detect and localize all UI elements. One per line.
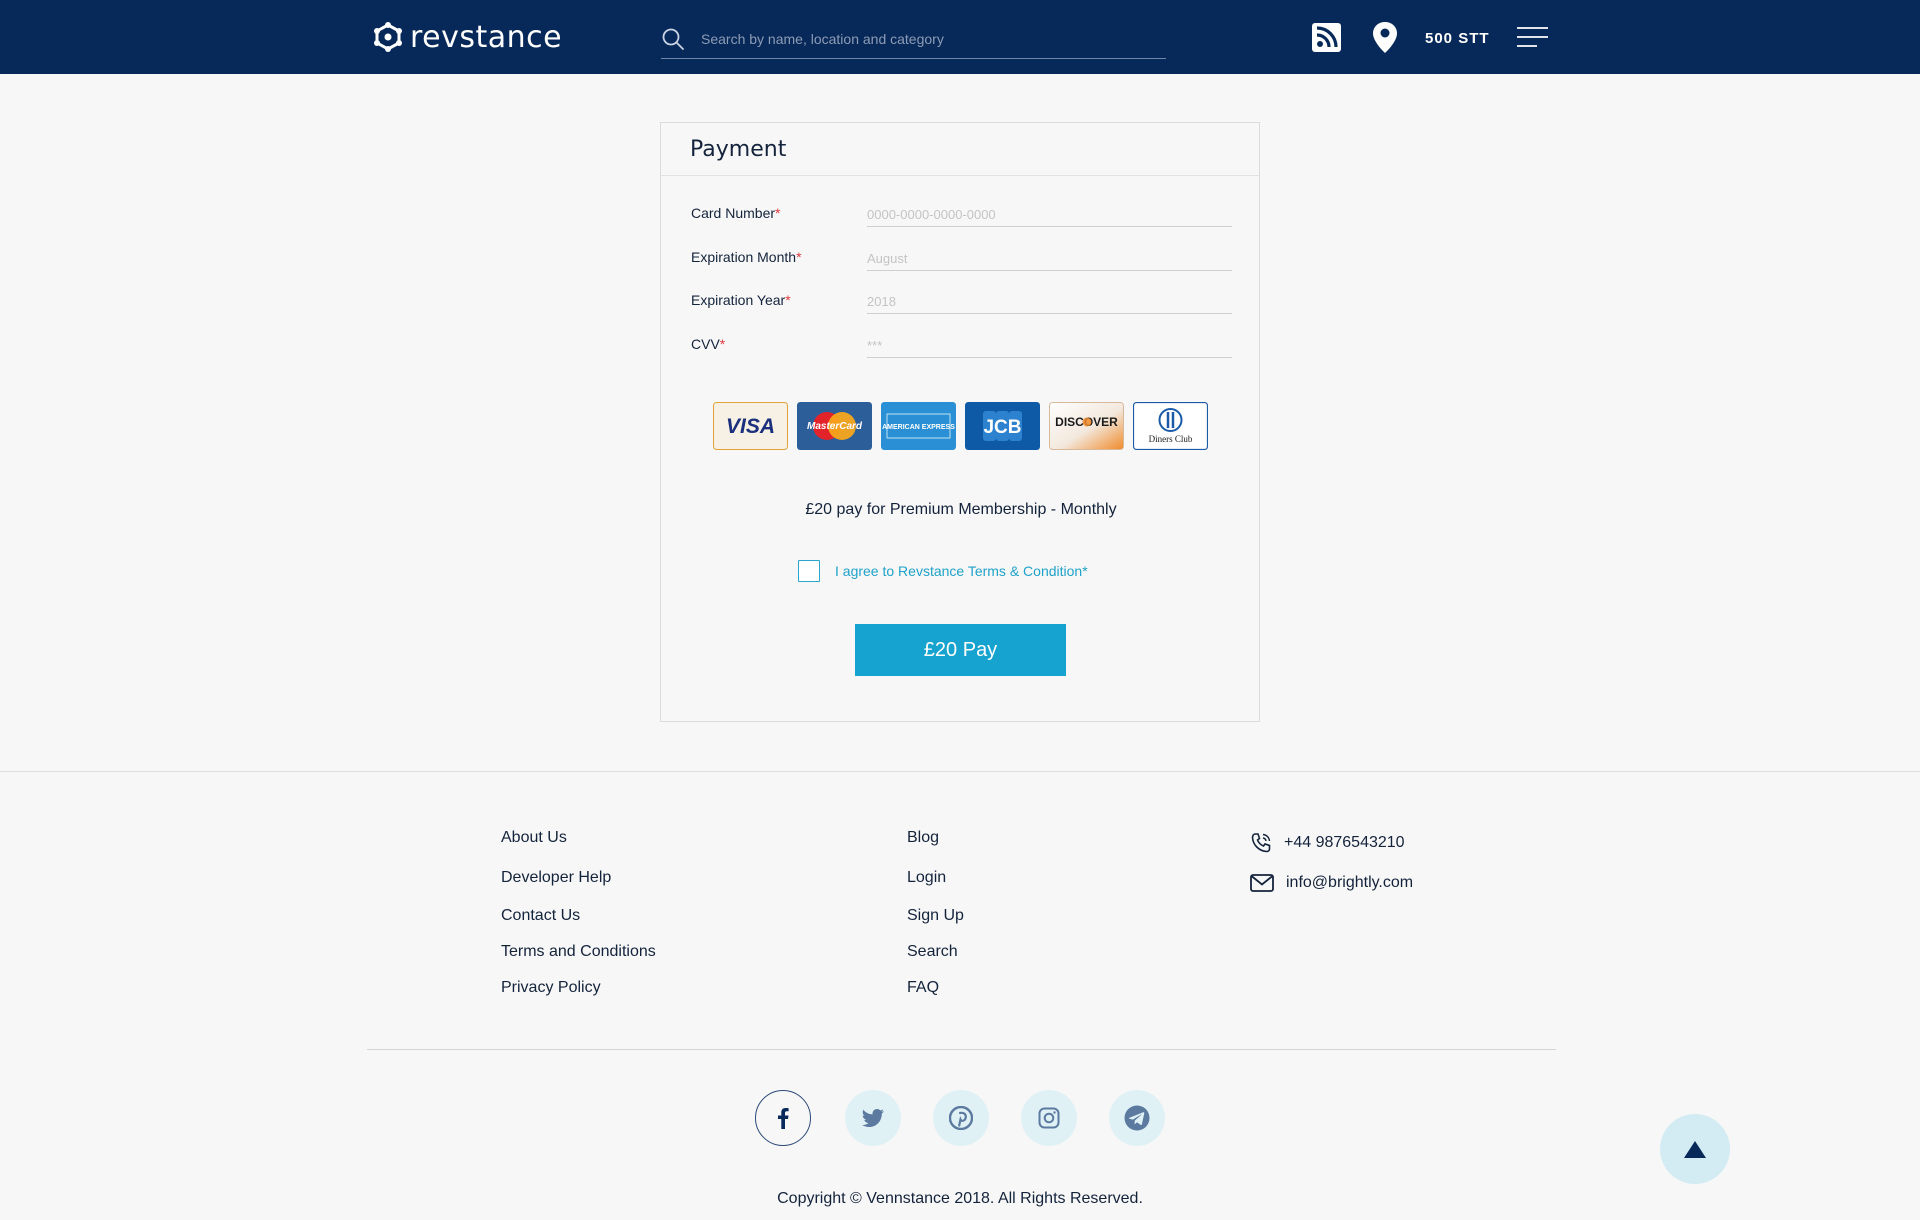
top-navbar: revstance 500 STT (0, 0, 1920, 74)
terms-checkbox[interactable] (798, 560, 820, 582)
footer-link-privacy[interactable]: Privacy Policy (501, 979, 601, 997)
footer-link-about-us[interactable]: About Us (501, 829, 567, 847)
logo-icon (374, 22, 402, 52)
svg-text:Diners Club: Diners Club (1149, 434, 1193, 444)
footer-link-search[interactable]: Search (907, 943, 958, 961)
payment-card: Payment Card Number* Expiration Month* E… (660, 122, 1260, 722)
mastercard-icon: MasterCard (797, 402, 872, 450)
search-icon[interactable] (661, 27, 685, 51)
pinterest-button[interactable] (933, 1090, 989, 1146)
instagram-button[interactable] (1021, 1090, 1077, 1146)
svg-text:VISA: VISA (726, 415, 775, 438)
location-pin-icon[interactable] (1373, 22, 1397, 53)
svg-text:MasterCard: MasterCard (807, 421, 863, 432)
search-input[interactable] (701, 31, 1161, 47)
logo[interactable]: revstance (374, 19, 562, 55)
discover-card-icon: DISCOVER (1049, 402, 1124, 450)
footer-divider-top (0, 771, 1920, 772)
diners-club-icon: Diners Club (1133, 402, 1208, 450)
footer-phone[interactable]: +44 9876543210 (1250, 832, 1405, 854)
arrow-up-icon (1684, 1140, 1706, 1158)
expiration-month-label: Expiration Month* (691, 249, 802, 265)
american-express-icon: AMERICAN EXPRESS (881, 402, 956, 450)
card-number-label: Card Number* (691, 205, 781, 221)
pay-button[interactable]: £20 Pay (855, 624, 1066, 676)
expiration-month-row: Expiration Month* (691, 241, 1232, 271)
payment-title: Payment (661, 123, 1259, 176)
twitter-button[interactable] (845, 1090, 901, 1146)
footer-link-login[interactable]: Login (907, 869, 946, 887)
menu-icon[interactable] (1517, 26, 1548, 48)
svg-text:AMERICAN EXPRESS: AMERICAN EXPRESS (882, 424, 955, 431)
expiration-month-input[interactable] (867, 241, 1232, 271)
footer-link-faq[interactable]: FAQ (907, 979, 939, 997)
facebook-button[interactable] (755, 1090, 811, 1146)
membership-summary: £20 pay for Premium Membership - Monthly (805, 501, 1117, 518)
card-number-row: Card Number* (691, 197, 1232, 227)
cvv-input[interactable] (867, 328, 1232, 358)
visa-card-icon: VISA (713, 402, 788, 450)
footer-link-blog[interactable]: Blog (907, 829, 939, 847)
token-balance: 500 STT (1425, 30, 1490, 47)
search-bar (661, 20, 1166, 59)
facebook-icon (778, 1108, 789, 1129)
cvv-label: CVV* (691, 336, 726, 352)
email-address: info@brightly.com (1286, 874, 1414, 891)
terms-agreement[interactable]: I agree to Revstance Terms & Condition* (798, 560, 1088, 582)
expiration-year-input[interactable] (867, 284, 1232, 314)
pinterest-icon (949, 1106, 973, 1130)
phone-icon (1251, 833, 1271, 853)
svg-text:JCB: JCB (983, 417, 1021, 438)
footer-divider (367, 1049, 1556, 1050)
accepted-cards: VISA MasterCard AMERICAN EXPRESS JCB DIS… (713, 402, 1208, 450)
rss-icon[interactable] (1312, 23, 1341, 52)
email-icon (1250, 874, 1274, 892)
terms-link[interactable]: I agree to Revstance Terms & Condition* (835, 563, 1088, 579)
footer-email[interactable]: info@brightly.com (1250, 874, 1413, 892)
footer-link-terms[interactable]: Terms and Conditions (501, 943, 656, 961)
instagram-icon (1038, 1107, 1060, 1129)
logo-text: revstance (410, 19, 563, 55)
phone-number: +44 9876543210 (1284, 834, 1405, 851)
cvv-row: CVV* (691, 328, 1232, 358)
copyright-text: Copyright © Vennstance 2018. All Rights … (777, 1190, 1143, 1207)
footer-link-contact-us[interactable]: Contact Us (501, 907, 580, 925)
footer-link-developer-help[interactable]: Developer Help (501, 869, 611, 887)
telegram-icon (1124, 1105, 1150, 1131)
telegram-button[interactable] (1109, 1090, 1165, 1146)
expiration-year-row: Expiration Year* (691, 284, 1232, 314)
back-to-top-button[interactable] (1660, 1114, 1730, 1184)
card-number-input[interactable] (867, 197, 1232, 227)
footer-link-sign-up[interactable]: Sign Up (907, 907, 964, 925)
jcb-card-icon: JCB (965, 402, 1040, 450)
expiration-year-label: Expiration Year* (691, 292, 791, 308)
twitter-icon (862, 1109, 884, 1127)
